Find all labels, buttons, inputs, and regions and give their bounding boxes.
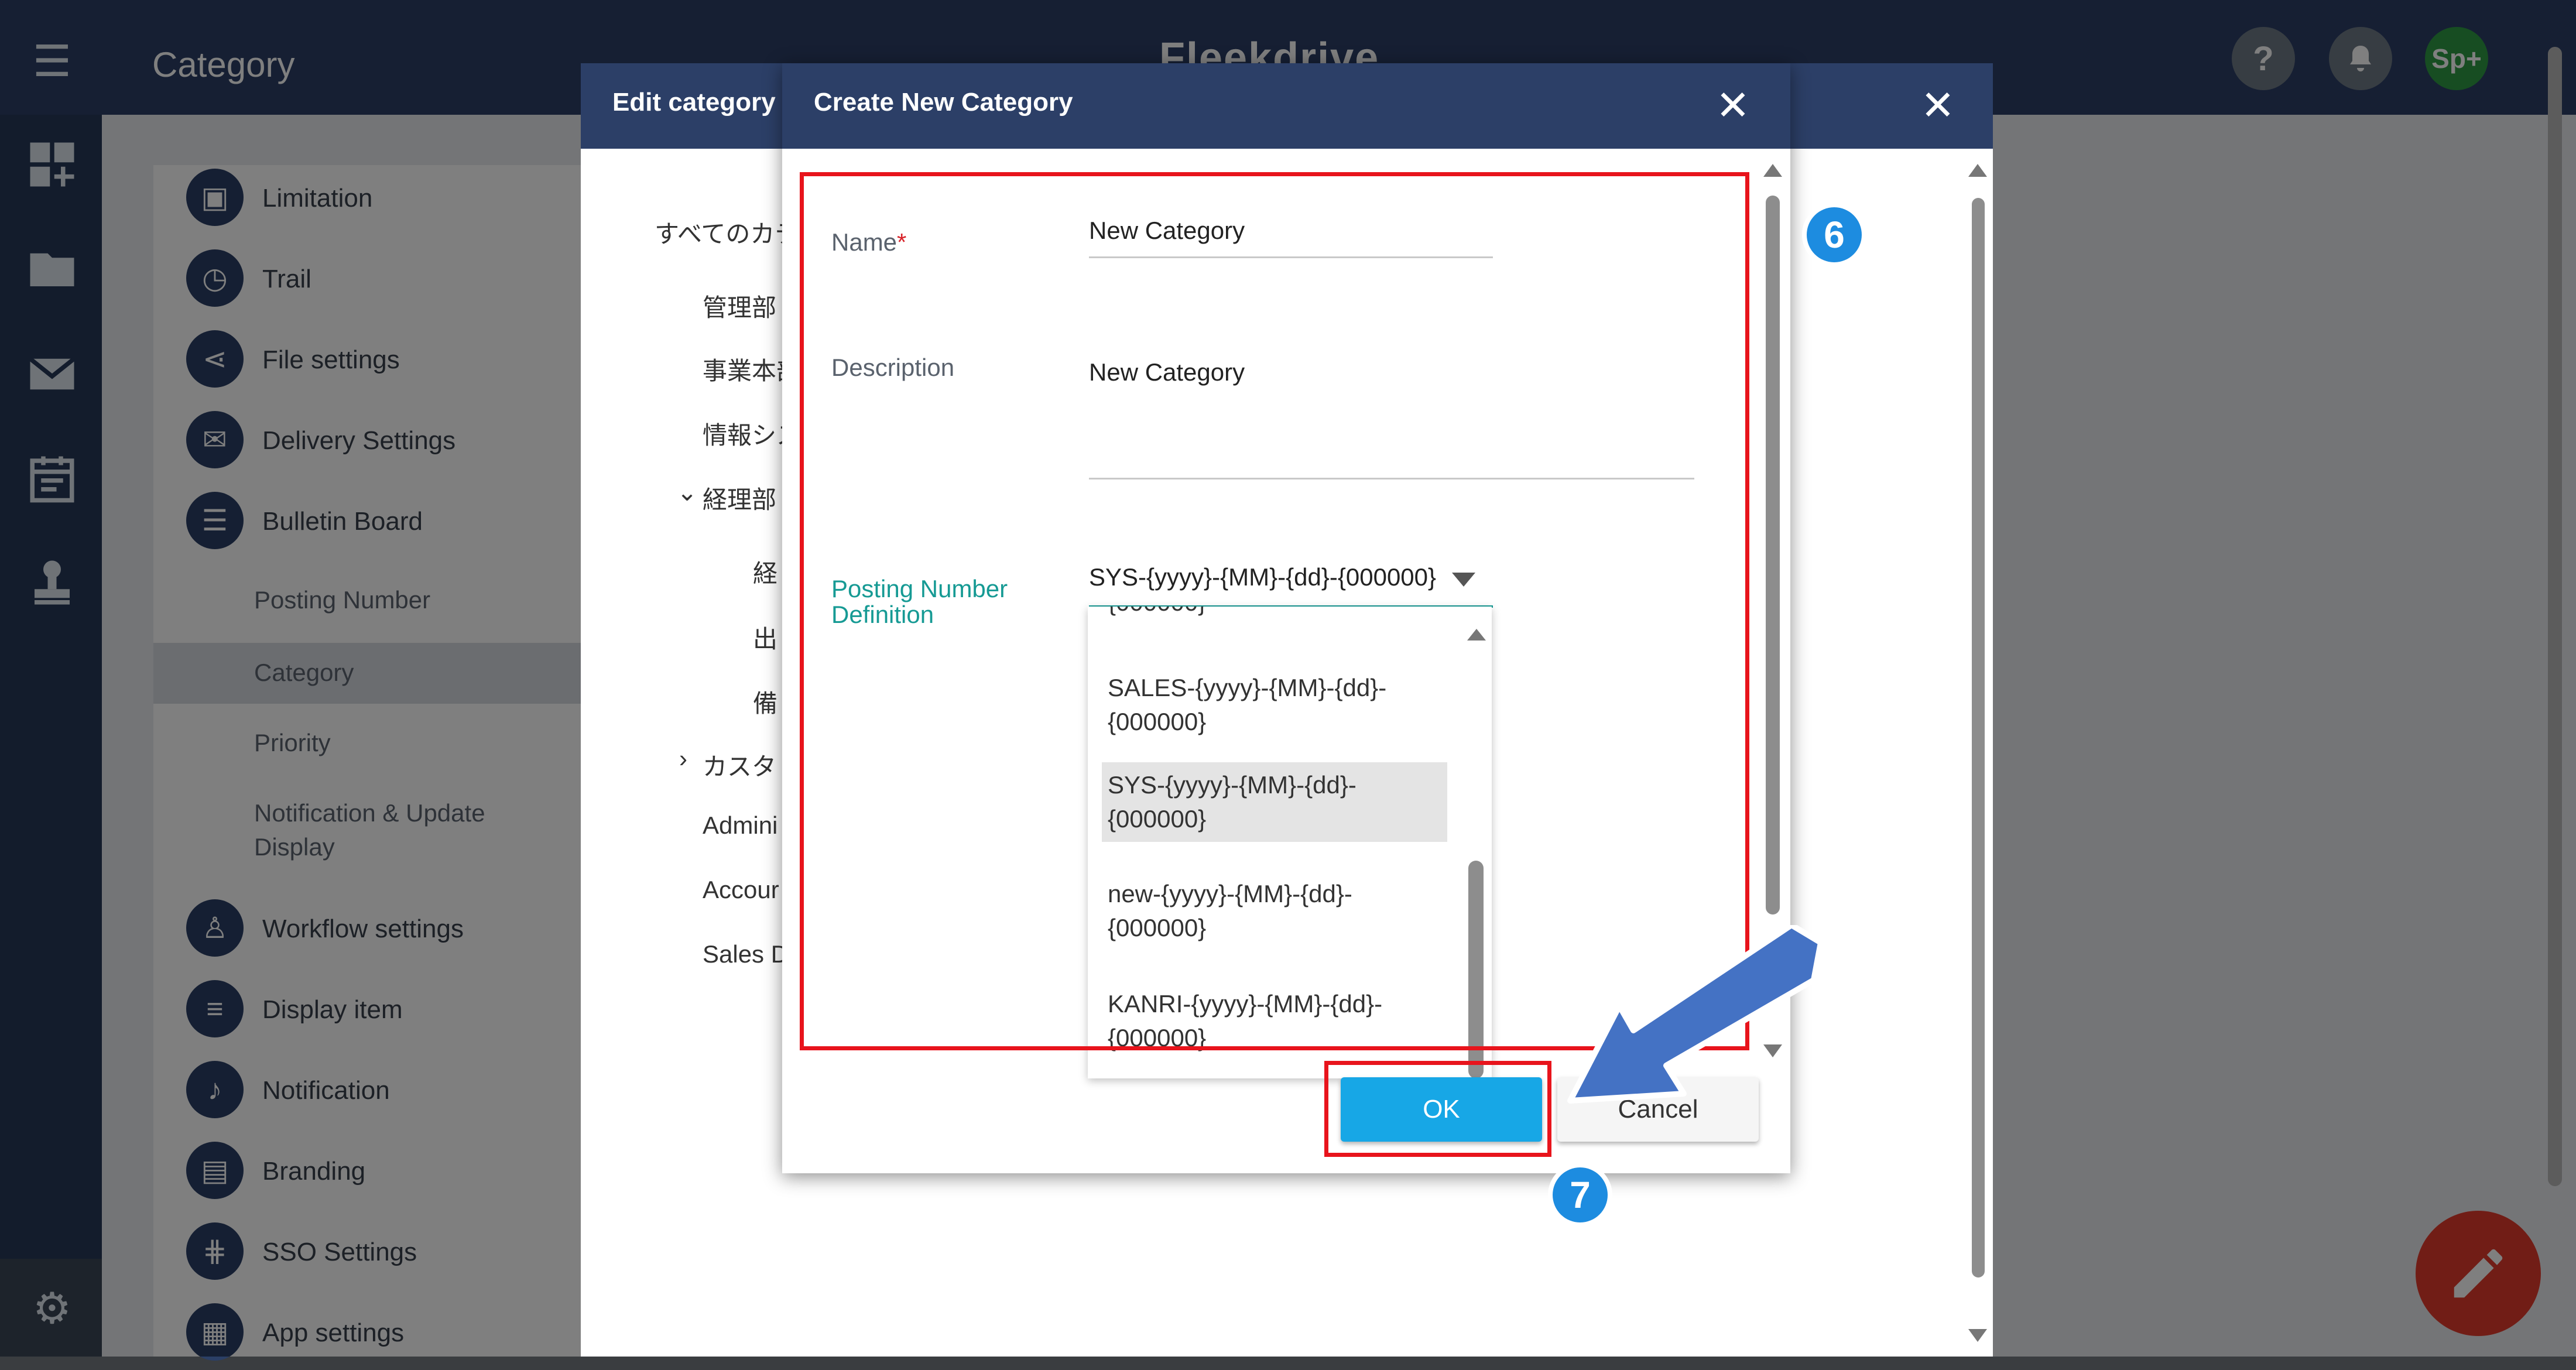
- close-icon[interactable]: ✕: [1710, 82, 1756, 129]
- edit-panel-scrollbar[interactable]: [1972, 198, 1985, 1277]
- highlight-box-form: [800, 172, 1749, 1050]
- edit-category-title: Edit category: [612, 88, 776, 117]
- tree-item[interactable]: Accour: [703, 876, 779, 904]
- scroll-up-icon[interactable]: [1968, 164, 1987, 177]
- tree-item[interactable]: 管理部: [703, 288, 776, 324]
- scroll-down-icon[interactable]: [1968, 1329, 1987, 1342]
- tree-item[interactable]: Admini: [703, 811, 777, 840]
- tree-item[interactable]: カスタ: [703, 747, 776, 783]
- close-icon[interactable]: ✕: [1914, 82, 1961, 129]
- highlight-box-ok: [1324, 1061, 1551, 1157]
- dialog-scrollbar[interactable]: [1766, 196, 1780, 915]
- tree-item[interactable]: 経: [753, 554, 777, 590]
- pointer-arrow-icon: [1567, 925, 1824, 1104]
- step-badge-6: 6: [1807, 207, 1862, 262]
- tree-item[interactable]: すべてのカテ: [655, 214, 799, 250]
- tree-item[interactable]: 備: [753, 684, 777, 720]
- tree-item[interactable]: 経理部: [703, 480, 776, 516]
- tree-item[interactable]: Sales D: [703, 940, 789, 968]
- step-badge-7: 7: [1553, 1167, 1608, 1222]
- dialog-title: Create New Category: [814, 88, 1073, 117]
- tree-item[interactable]: 出: [753, 619, 777, 655]
- scroll-up-icon[interactable]: [1763, 164, 1782, 177]
- chevron-down-icon[interactable]: ⌄: [677, 478, 697, 506]
- chevron-right-icon[interactable]: ›: [679, 745, 687, 773]
